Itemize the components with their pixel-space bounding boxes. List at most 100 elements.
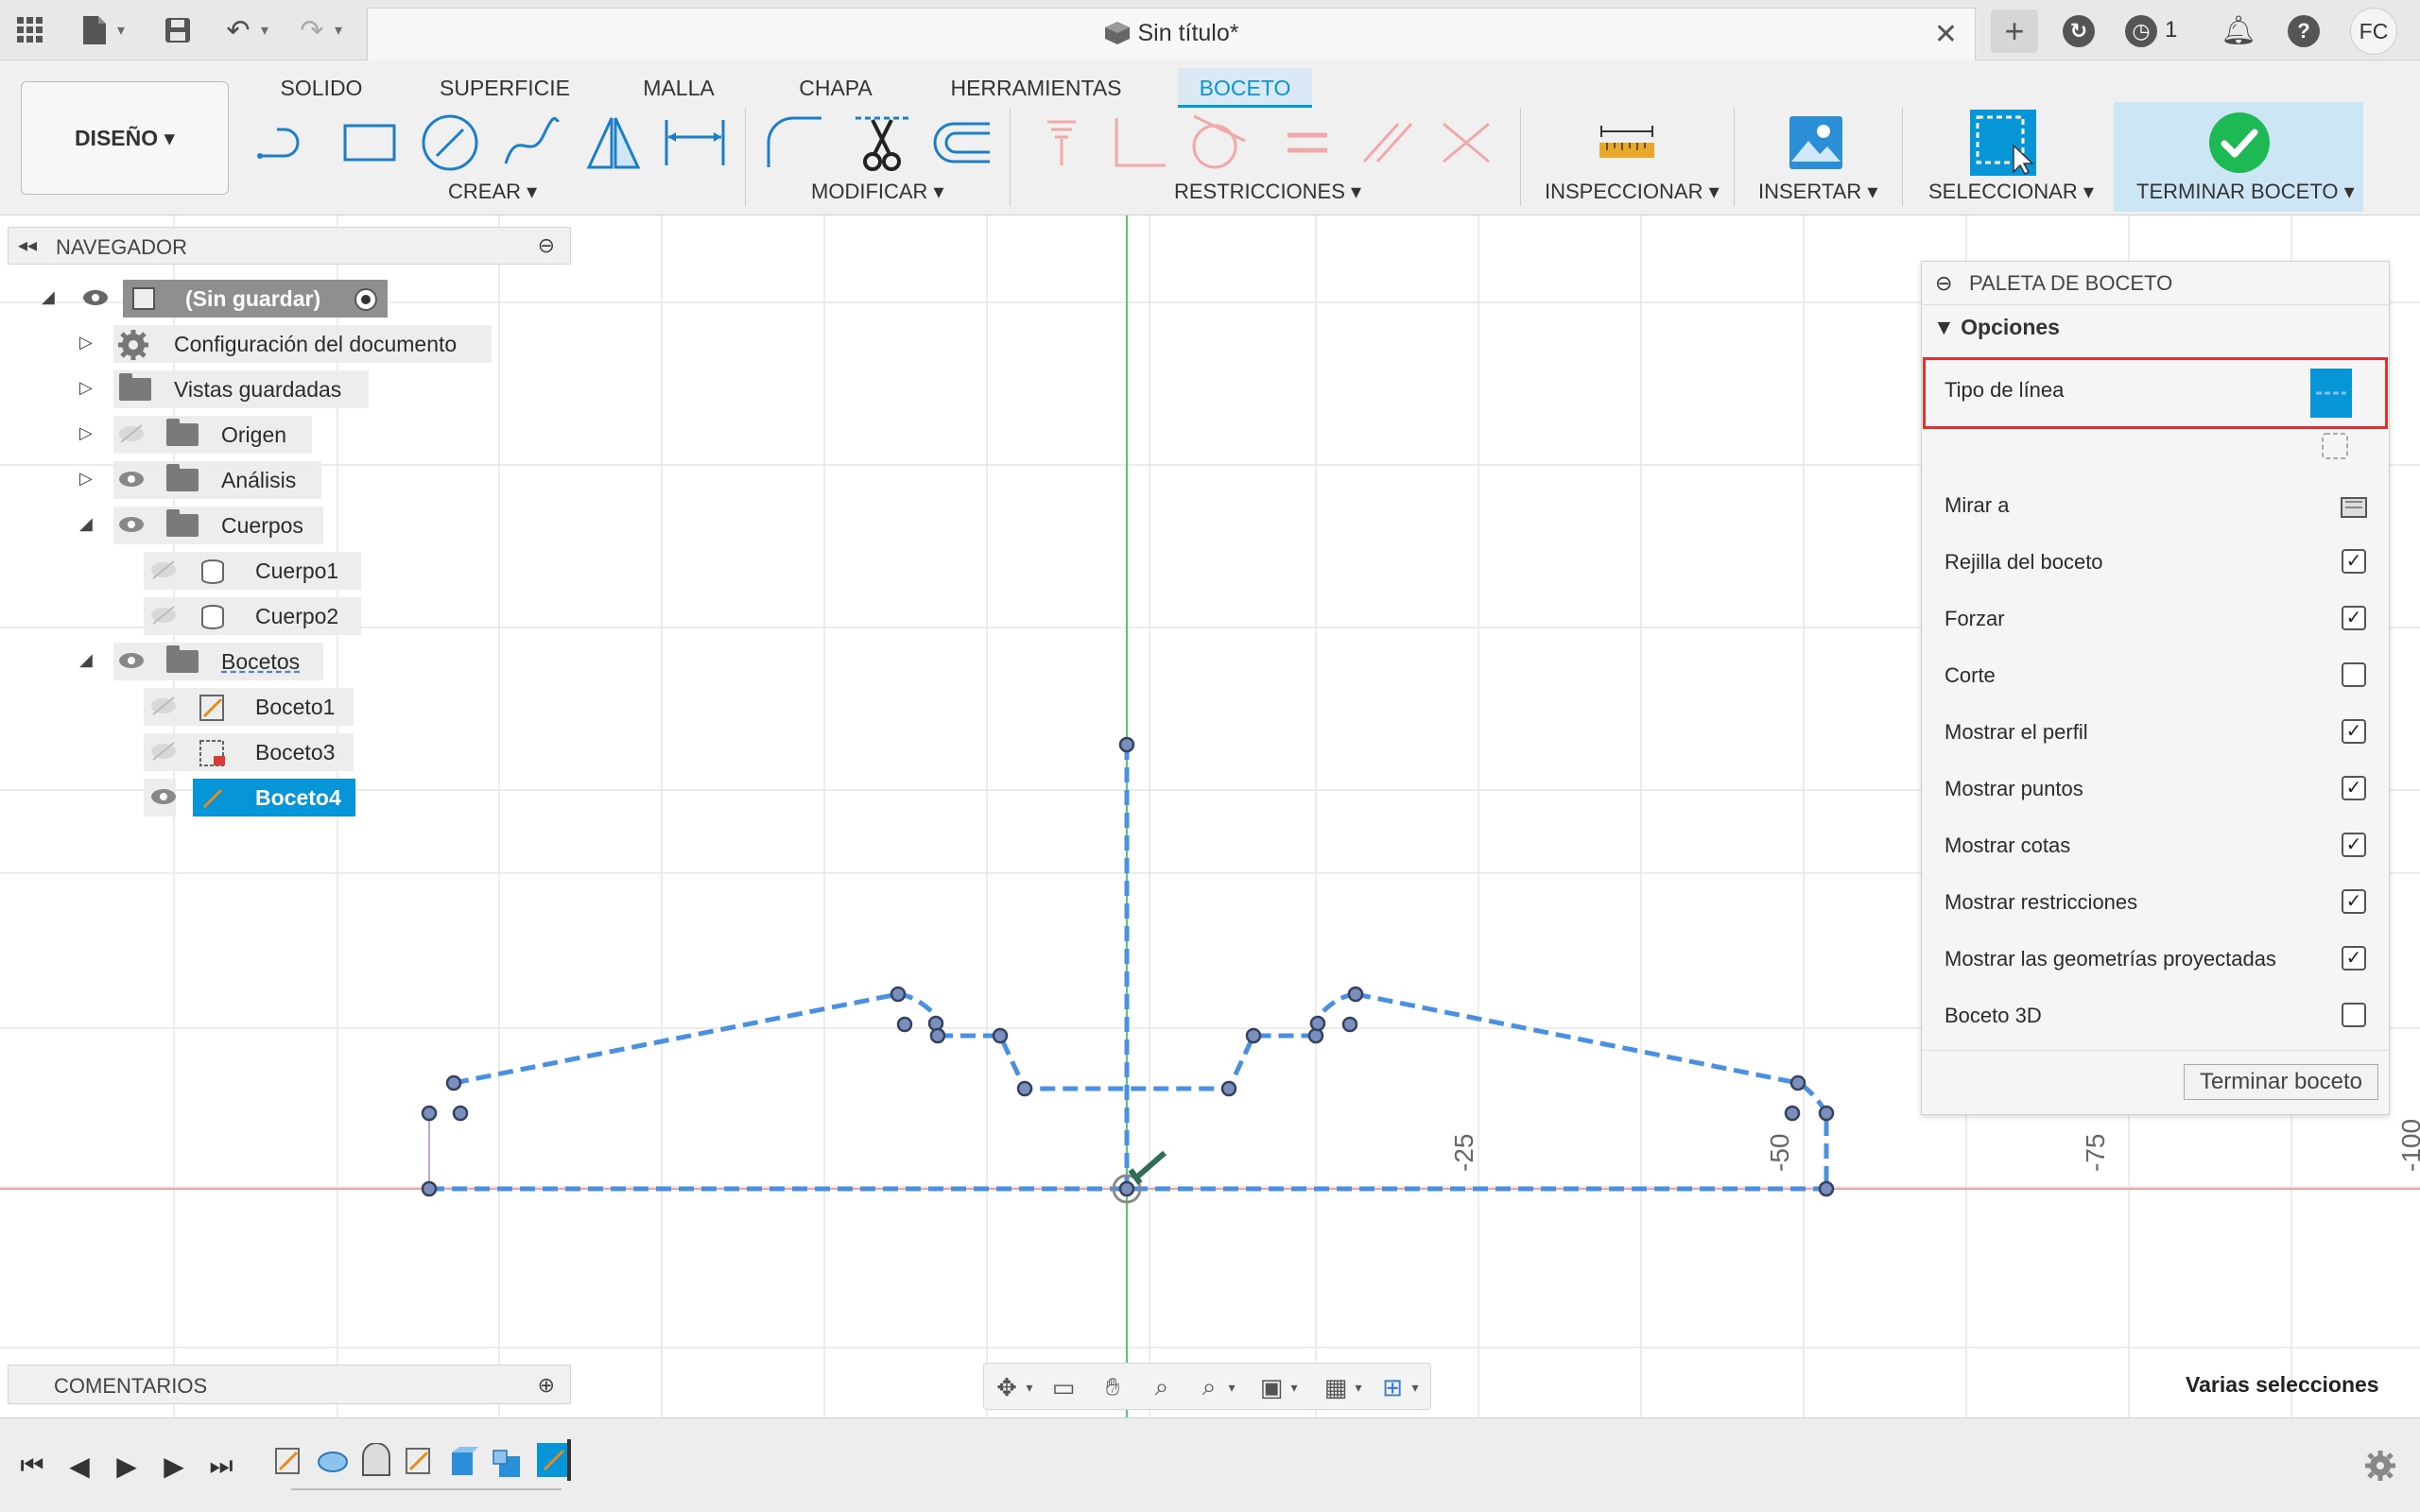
- job-status-icon[interactable]: ◷: [2125, 15, 2157, 47]
- palette-header[interactable]: ⊖ PALETA DE BOCETO: [1922, 262, 2389, 305]
- step-back-icon[interactable]: ◀: [62, 1449, 96, 1483]
- show-constraints-checkbox[interactable]: ✓: [2342, 889, 2366, 914]
- fix-constraint-icon[interactable]: [1028, 110, 1095, 176]
- timeline-settings-gear-icon[interactable]: [2363, 1449, 2397, 1483]
- palette-finish-sketch-button[interactable]: Terminar boceto: [2184, 1064, 2378, 1100]
- document-tab[interactable]: Sin título* ✕: [367, 8, 1976, 60]
- add-comment-icon[interactable]: ⊕: [538, 1373, 555, 1398]
- tangent-constraint-icon[interactable]: [1185, 110, 1252, 176]
- palette-row-show-points[interactable]: Mostrar puntos ✓: [1945, 763, 2379, 816]
- collapse-triangle-icon[interactable]: ◢: [79, 514, 93, 534]
- look-at-icon[interactable]: [2340, 492, 2368, 519]
- perpendicular-cross-icon[interactable]: [1433, 110, 1499, 176]
- collapse-triangle-icon[interactable]: ◢: [79, 650, 93, 670]
- slice-checkbox[interactable]: [2342, 662, 2366, 687]
- look-at-view-icon[interactable]: ▭: [1048, 1372, 1079, 1402]
- tab-malla[interactable]: MALLA: [631, 68, 726, 108]
- timeline-sketch-icon[interactable]: [272, 1443, 306, 1481]
- terminar-boceto-group-label[interactable]: TERMINAR BOCETO ▾: [2136, 180, 2355, 204]
- equal-constraint-icon[interactable]: [1274, 110, 1340, 176]
- line-type-construction-button[interactable]: [2310, 369, 2352, 418]
- tree-item-sketches[interactable]: ◢ Bocetos: [76, 643, 323, 680]
- show-points-checkbox[interactable]: ✓: [2342, 776, 2366, 800]
- tree-item-body1[interactable]: Cuerpo1: [144, 552, 361, 590]
- hidden-eye-icon[interactable]: [149, 605, 178, 626]
- tree-item-sketch4[interactable]: Boceto4: [144, 779, 355, 816]
- finish-sketch-check-icon[interactable]: [2206, 110, 2273, 176]
- tree-item-bodies[interactable]: ◢ Cuerpos: [76, 507, 323, 544]
- orbit-caret-icon[interactable]: ▾: [1022, 1372, 1037, 1402]
- orbit-icon[interactable]: ✥: [992, 1372, 1022, 1402]
- timeline-revolve-icon[interactable]: [316, 1443, 350, 1481]
- fit-view-icon[interactable]: ⌕: [1194, 1372, 1224, 1402]
- extensions-icon[interactable]: ↻: [2063, 15, 2095, 47]
- sketch-grid-checkbox[interactable]: ✓: [2342, 549, 2366, 574]
- palette-row-show-profile[interactable]: Mostrar el perfil ✓: [1945, 706, 2379, 759]
- save-icon[interactable]: [157, 9, 199, 51]
- comments-panel[interactable]: COMENTARIOS ⊕: [8, 1365, 571, 1404]
- origin-point[interactable]: [1118, 1180, 1135, 1197]
- tab-boceto[interactable]: BOCETO: [1178, 68, 1312, 108]
- new-tab-button[interactable]: +: [1991, 9, 2038, 53]
- mirror-tool-icon[interactable]: [580, 110, 647, 176]
- show-profile-checkbox[interactable]: ✓: [2342, 719, 2366, 744]
- tab-solido[interactable]: SOLIDO: [268, 68, 374, 108]
- expand-triangle-icon[interactable]: ▷: [79, 378, 93, 398]
- palette-collapse-icon[interactable]: ⊖: [1935, 271, 1952, 296]
- go-to-start-icon[interactable]: ⏮: [15, 1449, 49, 1483]
- timeline-active-sketch-icon[interactable]: [535, 1439, 575, 1481]
- rectangle-tool-icon[interactable]: [337, 110, 403, 176]
- palette-section-options[interactable]: ▼ Opciones: [1933, 315, 2060, 340]
- visibility-eye-icon[interactable]: [117, 650, 146, 671]
- visibility-eye-icon[interactable]: [81, 287, 110, 308]
- display-caret-icon[interactable]: ▾: [1287, 1372, 1302, 1402]
- palette-row-sketch-grid[interactable]: Rejilla del boceto ✓: [1945, 536, 2379, 589]
- tree-item-body2[interactable]: Cuerpo2: [144, 597, 361, 635]
- palette-row-snap[interactable]: Forzar ✓: [1945, 593, 2379, 645]
- inspeccionar-group-label[interactable]: INSPECCIONAR ▾: [1545, 180, 1720, 204]
- snap-checkbox[interactable]: ✓: [2342, 606, 2366, 630]
- tree-item-root[interactable]: ◢ (Sin guardar): [38, 280, 397, 318]
- app-grid-icon[interactable]: [9, 9, 51, 51]
- palette-row-show-dimensions[interactable]: Mostrar cotas ✓: [1945, 819, 2379, 872]
- tree-item-analysis[interactable]: ▷ Análisis: [76, 461, 321, 499]
- close-tab-icon[interactable]: ✕: [1934, 18, 1958, 51]
- restricciones-group-label[interactable]: RESTRICCIONES ▾: [1174, 180, 1361, 204]
- circle-tool-icon[interactable]: [417, 110, 483, 176]
- expand-triangle-icon[interactable]: ▷: [79, 423, 93, 443]
- tree-item-saved-views[interactable]: ▷ Vistas guardadas: [76, 370, 369, 408]
- activate-radio-icon[interactable]: [354, 287, 378, 312]
- spline-tool-icon[interactable]: [499, 110, 565, 176]
- hidden-eye-icon[interactable]: [149, 696, 178, 716]
- hidden-eye-icon[interactable]: [149, 559, 178, 580]
- expand-triangle-icon[interactable]: ▷: [79, 333, 93, 352]
- projected-geometry-checkbox[interactable]: ✓: [2342, 946, 2366, 971]
- measure-ruler-icon[interactable]: [1594, 110, 1660, 176]
- step-forward-icon[interactable]: ▶: [157, 1449, 191, 1483]
- palette-row-show-constraints[interactable]: Mostrar restricciones ✓: [1945, 876, 2379, 929]
- timeline-sketch2-icon[interactable]: [403, 1443, 437, 1481]
- visibility-eye-icon[interactable]: [117, 514, 146, 535]
- insertar-group-label[interactable]: INSERTAR ▾: [1758, 180, 1877, 204]
- trim-scissors-icon[interactable]: [849, 110, 915, 176]
- line-tool-icon[interactable]: [253, 110, 320, 176]
- pan-hand-icon[interactable]: ✋︎: [1098, 1372, 1128, 1402]
- display-settings-icon[interactable]: ▣: [1256, 1372, 1287, 1402]
- tab-chapa[interactable]: CHAPA: [788, 68, 883, 108]
- redo-menu-caret-icon[interactable]: ▾: [335, 21, 350, 40]
- fillet-tool-icon[interactable]: [762, 110, 828, 176]
- palette-row-look-at[interactable]: Mirar a: [1945, 479, 2379, 532]
- crear-group-label[interactable]: CREAR ▾: [448, 180, 537, 204]
- tree-item-origin[interactable]: ▷ Origen: [76, 416, 312, 454]
- grid-settings-icon[interactable]: ▦: [1321, 1372, 1351, 1402]
- file-icon[interactable]: [74, 9, 115, 51]
- tree-item-sketch3[interactable]: Boceto3: [144, 733, 354, 771]
- minimize-panel-icon[interactable]: ⊖: [538, 233, 555, 258]
- go-to-end-icon[interactable]: ⏭: [204, 1449, 238, 1483]
- timeline-shell-icon[interactable]: [359, 1443, 393, 1481]
- timeline-extrude2-icon[interactable]: [490, 1443, 524, 1481]
- dimension-tool-icon[interactable]: [662, 110, 728, 176]
- grid-caret-icon[interactable]: ▾: [1351, 1372, 1366, 1402]
- navigator-header[interactable]: ◂◂ NAVEGADOR ⊖: [8, 227, 571, 265]
- viewports-caret-icon[interactable]: ▾: [1408, 1372, 1423, 1402]
